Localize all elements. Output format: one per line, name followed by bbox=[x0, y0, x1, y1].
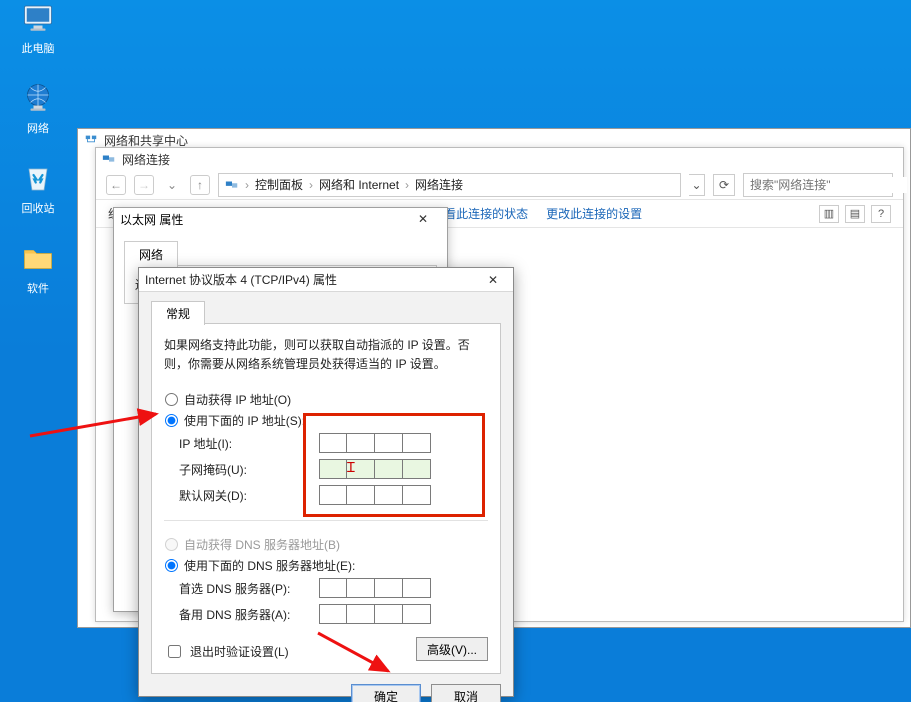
nav-back-button[interactable]: ← bbox=[106, 175, 126, 195]
window-title: 以太网 属性 bbox=[120, 211, 183, 228]
ip-octet[interactable] bbox=[375, 433, 403, 453]
ip-octet[interactable] bbox=[403, 433, 431, 453]
close-button[interactable]: ✕ bbox=[479, 270, 507, 290]
desktop-icon-software-folder[interactable]: 软件 bbox=[20, 240, 56, 296]
label-subnet-mask: 子网掩码(U): bbox=[179, 461, 319, 478]
radio-label: 自动获得 IP 地址(O) bbox=[184, 391, 291, 408]
advanced-button[interactable]: 高级(V)... bbox=[416, 637, 488, 661]
folder-icon bbox=[20, 240, 56, 276]
radio-label: 自动获得 DNS 服务器地址(B) bbox=[184, 536, 340, 553]
window-title: 网络连接 bbox=[122, 151, 170, 168]
ip-octet[interactable] bbox=[347, 485, 375, 505]
radio-label: 使用下面的 IP 地址(S): bbox=[184, 412, 305, 429]
desktop-icon-this-pc[interactable]: 此电脑 bbox=[20, 0, 56, 56]
ip-octet[interactable] bbox=[347, 578, 375, 598]
alternate-dns-field[interactable] bbox=[319, 604, 487, 624]
computer-icon bbox=[20, 0, 56, 36]
titlebar[interactable]: 网络连接 bbox=[96, 148, 903, 170]
titlebar[interactable]: 以太网 属性 ✕ bbox=[114, 208, 447, 230]
search-input[interactable] bbox=[748, 177, 907, 193]
ip-octet[interactable] bbox=[319, 485, 347, 505]
tab-network[interactable]: 网络 bbox=[124, 241, 178, 267]
help-button[interactable]: ? bbox=[871, 205, 891, 223]
label-alternate-dns: 备用 DNS 服务器(A): bbox=[179, 606, 319, 623]
nav-up-button[interactable]: ↑ bbox=[190, 175, 210, 195]
checkbox-validate-on-exit[interactable] bbox=[168, 645, 181, 658]
ip-octet[interactable] bbox=[403, 604, 431, 624]
nav-forward-button[interactable]: → bbox=[134, 175, 154, 195]
view-mode-button[interactable]: ▥ bbox=[819, 205, 839, 223]
preferred-dns-field[interactable] bbox=[319, 578, 487, 598]
radio-auto-ip[interactable]: 自动获得 IP 地址(O) bbox=[165, 391, 487, 408]
desktop-icon-network[interactable]: 网络 bbox=[20, 80, 56, 136]
globe-icon bbox=[20, 80, 56, 116]
desktop-icon-label: 软件 bbox=[27, 280, 49, 296]
address-bar-row: ← → ⌄ ↑ › 控制面板 › 网络和 Internet › 网络连接 ⌄ ⟳… bbox=[96, 170, 903, 200]
address-dropdown-button[interactable]: ⌄ bbox=[689, 174, 705, 196]
ip-octet[interactable] bbox=[319, 604, 347, 624]
desktop-icons: 此电脑 网络 回收站 软件 bbox=[8, 0, 68, 296]
ip-address-field[interactable] bbox=[319, 433, 487, 453]
radio-input bbox=[165, 538, 178, 551]
radio-auto-dns[interactable]: 自动获得 DNS 服务器地址(B) bbox=[165, 536, 487, 553]
nav-recent-dropdown[interactable]: ⌄ bbox=[162, 175, 182, 195]
breadcrumb-item[interactable]: 网络和 Internet bbox=[319, 176, 399, 193]
desktop-icon-recycle-bin[interactable]: 回收站 bbox=[20, 160, 56, 216]
recycle-bin-icon bbox=[20, 160, 56, 196]
adapter-icon bbox=[225, 178, 239, 192]
refresh-button[interactable]: ⟳ bbox=[713, 174, 735, 196]
ok-button[interactable]: 确定 bbox=[351, 684, 421, 702]
desktop-icon-label: 此电脑 bbox=[22, 40, 55, 56]
radio-label: 使用下面的 DNS 服务器地址(E): bbox=[184, 557, 355, 574]
ip-octet[interactable] bbox=[319, 459, 347, 479]
toolbar-change-settings[interactable]: 更改此连接的设置 bbox=[546, 205, 642, 222]
ip-octet[interactable] bbox=[403, 485, 431, 505]
titlebar[interactable]: Internet 协议版本 4 (TCP/IPv4) 属性 ✕ bbox=[139, 268, 513, 292]
breadcrumb[interactable]: › 控制面板 › 网络和 Internet › 网络连接 bbox=[218, 173, 681, 197]
breadcrumb-item[interactable]: 控制面板 bbox=[255, 176, 303, 193]
ip-octet[interactable] bbox=[319, 578, 347, 598]
desktop-icon-label: 网络 bbox=[27, 120, 49, 136]
general-panel: 如果网络支持此功能，则可以获取自动指派的 IP 设置。否则，你需要从网络系统管理… bbox=[151, 324, 501, 674]
tab-general[interactable]: 常规 bbox=[151, 301, 205, 325]
label-ip-address: IP 地址(I): bbox=[179, 435, 319, 452]
ip-octet[interactable] bbox=[319, 433, 347, 453]
ip-octet[interactable] bbox=[347, 604, 375, 624]
cancel-button[interactable]: 取消 bbox=[431, 684, 501, 702]
network-icon bbox=[84, 133, 98, 147]
ip-octet[interactable] bbox=[375, 604, 403, 624]
ip-octet[interactable] bbox=[403, 578, 431, 598]
default-gateway-field[interactable] bbox=[319, 485, 487, 505]
label-preferred-dns: 首选 DNS 服务器(P): bbox=[179, 580, 319, 597]
radio-manual-ip[interactable]: 使用下面的 IP 地址(S): bbox=[165, 412, 487, 429]
desktop-icon-label: 回收站 bbox=[22, 200, 55, 216]
search-network-connections[interactable]: 🔍 bbox=[743, 173, 893, 197]
subnet-mask-field[interactable] bbox=[319, 459, 487, 479]
close-button[interactable]: ✕ bbox=[405, 208, 441, 230]
checkbox-label: 退出时验证设置(L) bbox=[190, 643, 289, 660]
breadcrumb-item[interactable]: 网络连接 bbox=[415, 176, 463, 193]
ip-octet[interactable] bbox=[375, 459, 403, 479]
ip-octet[interactable] bbox=[375, 578, 403, 598]
radio-input[interactable] bbox=[165, 414, 178, 427]
radio-manual-dns[interactable]: 使用下面的 DNS 服务器地址(E): bbox=[165, 557, 487, 574]
window-title: 网络和共享中心 bbox=[104, 132, 188, 149]
radio-input[interactable] bbox=[165, 393, 178, 406]
ip-octet[interactable] bbox=[403, 459, 431, 479]
ip-octet[interactable] bbox=[347, 459, 375, 479]
label-default-gateway: 默认网关(D): bbox=[179, 487, 319, 504]
preview-pane-button[interactable]: ▤ bbox=[845, 205, 865, 223]
dialog-title: Internet 协议版本 4 (TCP/IPv4) 属性 bbox=[145, 271, 337, 288]
adapter-icon bbox=[102, 152, 116, 166]
ip-octet[interactable] bbox=[347, 433, 375, 453]
radio-input[interactable] bbox=[165, 559, 178, 572]
dialog-tcpipv4-properties: Internet 协议版本 4 (TCP/IPv4) 属性 ✕ 常规 如果网络支… bbox=[138, 267, 514, 697]
ip-octet[interactable] bbox=[375, 485, 403, 505]
description: 如果网络支持此功能，则可以获取自动指派的 IP 设置。否则，你需要从网络系统管理… bbox=[164, 336, 488, 374]
